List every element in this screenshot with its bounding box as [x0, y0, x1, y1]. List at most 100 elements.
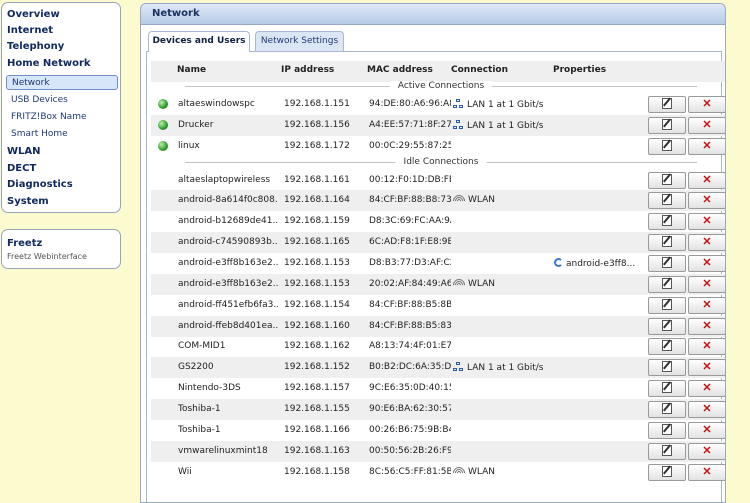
delete-button[interactable]: ✕	[688, 234, 725, 252]
delete-button[interactable]: ✕	[688, 171, 725, 189]
nav-fritzbox-name[interactable]: FRITZ!Box Name	[11, 112, 87, 122]
delete-button[interactable]: ✕	[688, 296, 725, 314]
edit-button[interactable]	[648, 171, 686, 189]
edit-button[interactable]	[648, 317, 686, 335]
edit-button[interactable]	[648, 380, 686, 398]
delete-button[interactable]: ✕	[688, 338, 725, 356]
edit-button[interactable]	[648, 338, 686, 356]
edit-button[interactable]	[648, 137, 686, 155]
edit-button[interactable]	[648, 400, 686, 418]
edit-button[interactable]	[648, 213, 686, 231]
edit-button[interactable]	[648, 116, 686, 134]
table-row: Toshiba-1 192.168.1.166 00:26:B6:75:9B:B4 ✕	[151, 420, 725, 441]
device-mac: 8C:56:C5:FF:81:5B	[369, 466, 451, 477]
section-label: Idle Connections	[395, 156, 487, 167]
delete-icon: ✕	[702, 215, 712, 228]
delete-button[interactable]: ✕	[688, 254, 725, 272]
nav-network[interactable]: Network	[6, 75, 118, 90]
edit-button[interactable]	[648, 192, 686, 210]
edit-icon	[662, 444, 672, 456]
device-mac: A4:EE:57:71:8F:27	[369, 119, 451, 130]
device-mac: 00:26:B6:75:9B:B4	[369, 424, 451, 435]
edit-button[interactable]	[648, 254, 686, 272]
edit-button[interactable]	[648, 442, 686, 460]
delete-button[interactable]: ✕	[688, 137, 725, 155]
nav-smart-home[interactable]: Smart Home	[11, 129, 68, 139]
delete-button[interactable]: ✕	[688, 192, 725, 210]
freetz-subtitle[interactable]: Freetz Webinterface	[7, 252, 87, 261]
tab-network-settings[interactable]: Network Settings	[255, 31, 344, 51]
delete-button[interactable]: ✕	[688, 463, 725, 481]
device-name: android-e3ff8b163e2...	[178, 257, 278, 268]
device-connection: WLAN	[453, 278, 551, 289]
edit-button[interactable]	[648, 234, 686, 252]
freetz-box[interactable]: Freetz Freetz Webinterface	[1, 229, 121, 269]
page-title: Network	[152, 8, 200, 19]
delete-button[interactable]: ✕	[688, 116, 725, 134]
nav-wlan[interactable]: WLAN	[7, 146, 41, 157]
device-mac: 84:CF:BF:88:B8:73	[369, 195, 451, 206]
delete-button[interactable]: ✕	[688, 96, 725, 113]
nav-home-network[interactable]: Home Network	[7, 58, 91, 69]
delete-icon: ✕	[702, 444, 712, 457]
delete-icon: ✕	[702, 298, 712, 311]
wlan-icon	[453, 195, 465, 204]
nav-internet[interactable]: Internet	[7, 25, 53, 36]
delete-icon: ✕	[702, 277, 712, 290]
nav-diagnostics[interactable]: Diagnostics	[7, 179, 73, 190]
table-row: Toshiba-1 192.168.1.155 90:E6:BA:62:30:57 ✕	[151, 398, 725, 420]
delete-button[interactable]: ✕	[688, 359, 725, 377]
online-globe-icon	[158, 99, 168, 109]
connection-text: LAN 1 at 1 Gbit/s	[467, 120, 544, 131]
delete-button[interactable]: ✕	[688, 442, 725, 460]
delete-button[interactable]: ✕	[688, 213, 725, 231]
edit-icon	[662, 236, 672, 248]
device-ip: 192.168.1.159	[284, 216, 350, 227]
nav-dect[interactable]: DECT	[7, 163, 36, 174]
nav-telephony[interactable]: Telephony	[7, 41, 64, 52]
delete-button[interactable]: ✕	[688, 421, 725, 439]
nav-usb-devices[interactable]: USB Devices	[11, 95, 68, 105]
freetz-title[interactable]: Freetz	[7, 238, 42, 249]
device-ip: 192.168.1.166	[284, 424, 350, 435]
device-ip: 192.168.1.164	[284, 195, 350, 206]
sidebar-nav: Overview Internet Telephony Home Network Net…	[1, 2, 121, 213]
edit-button[interactable]	[648, 421, 686, 439]
device-connection: LAN 1 at 1 Gbit/s	[453, 99, 551, 110]
device-mac: 90:E6:BA:62:30:57	[369, 403, 451, 414]
device-name: Toshiba-1	[178, 424, 221, 435]
table-row: android-8a614f0c808... 192.168.1.164 84:CF…	[151, 190, 725, 212]
edit-icon	[662, 277, 672, 289]
edit-icon	[662, 173, 672, 185]
delete-button[interactable]: ✕	[688, 380, 725, 398]
device-mac: 00:50:56:2B:26:F9	[369, 445, 451, 456]
device-mac: 00:0C:29:55:87:25	[369, 140, 451, 151]
section-divider: Active Connections	[185, 81, 697, 92]
edit-icon	[662, 215, 672, 227]
nav-overview[interactable]: Overview	[7, 9, 60, 20]
edit-button[interactable]	[648, 463, 686, 481]
table-row: vmwarelinuxmint18 192.168.1.163 00:50:56:2…	[151, 440, 725, 462]
connection-text: LAN 1 at 1 Gbit/s	[467, 363, 544, 374]
device-ip: 192.168.1.162	[284, 341, 350, 352]
edit-button[interactable]	[648, 275, 686, 293]
table-row: COM-MID1 192.168.1.162 A8:13:74:4F:01:E7 ✕	[151, 336, 725, 357]
delete-icon: ✕	[702, 340, 712, 353]
delete-button[interactable]: ✕	[688, 275, 725, 293]
device-properties: android-e3ff8...	[554, 257, 649, 269]
edit-button[interactable]	[648, 96, 686, 113]
table-row: GS2200 192.168.1.152 B0:B2:DC:6A:35:D3 LAN …	[151, 357, 725, 379]
device-mac: D8:B3:77:D3:AF:C2	[369, 257, 451, 268]
nav-system[interactable]: System	[7, 196, 49, 207]
device-ip: 192.168.1.160	[284, 320, 350, 331]
edit-button[interactable]	[648, 359, 686, 377]
panel-header: Network	[141, 4, 725, 25]
device-mac: 84:CF:BF:88:B5:8B	[369, 299, 451, 310]
tab-devices-and-users[interactable]: Devices and Users	[148, 31, 250, 52]
delete-icon: ✕	[702, 139, 712, 152]
edit-icon	[662, 423, 672, 435]
edit-button[interactable]	[648, 296, 686, 314]
table-row: linux 192.168.1.172 00:0C:29:55:87:25 ✕	[151, 136, 725, 157]
delete-button[interactable]: ✕	[688, 317, 725, 335]
delete-button[interactable]: ✕	[688, 400, 725, 418]
